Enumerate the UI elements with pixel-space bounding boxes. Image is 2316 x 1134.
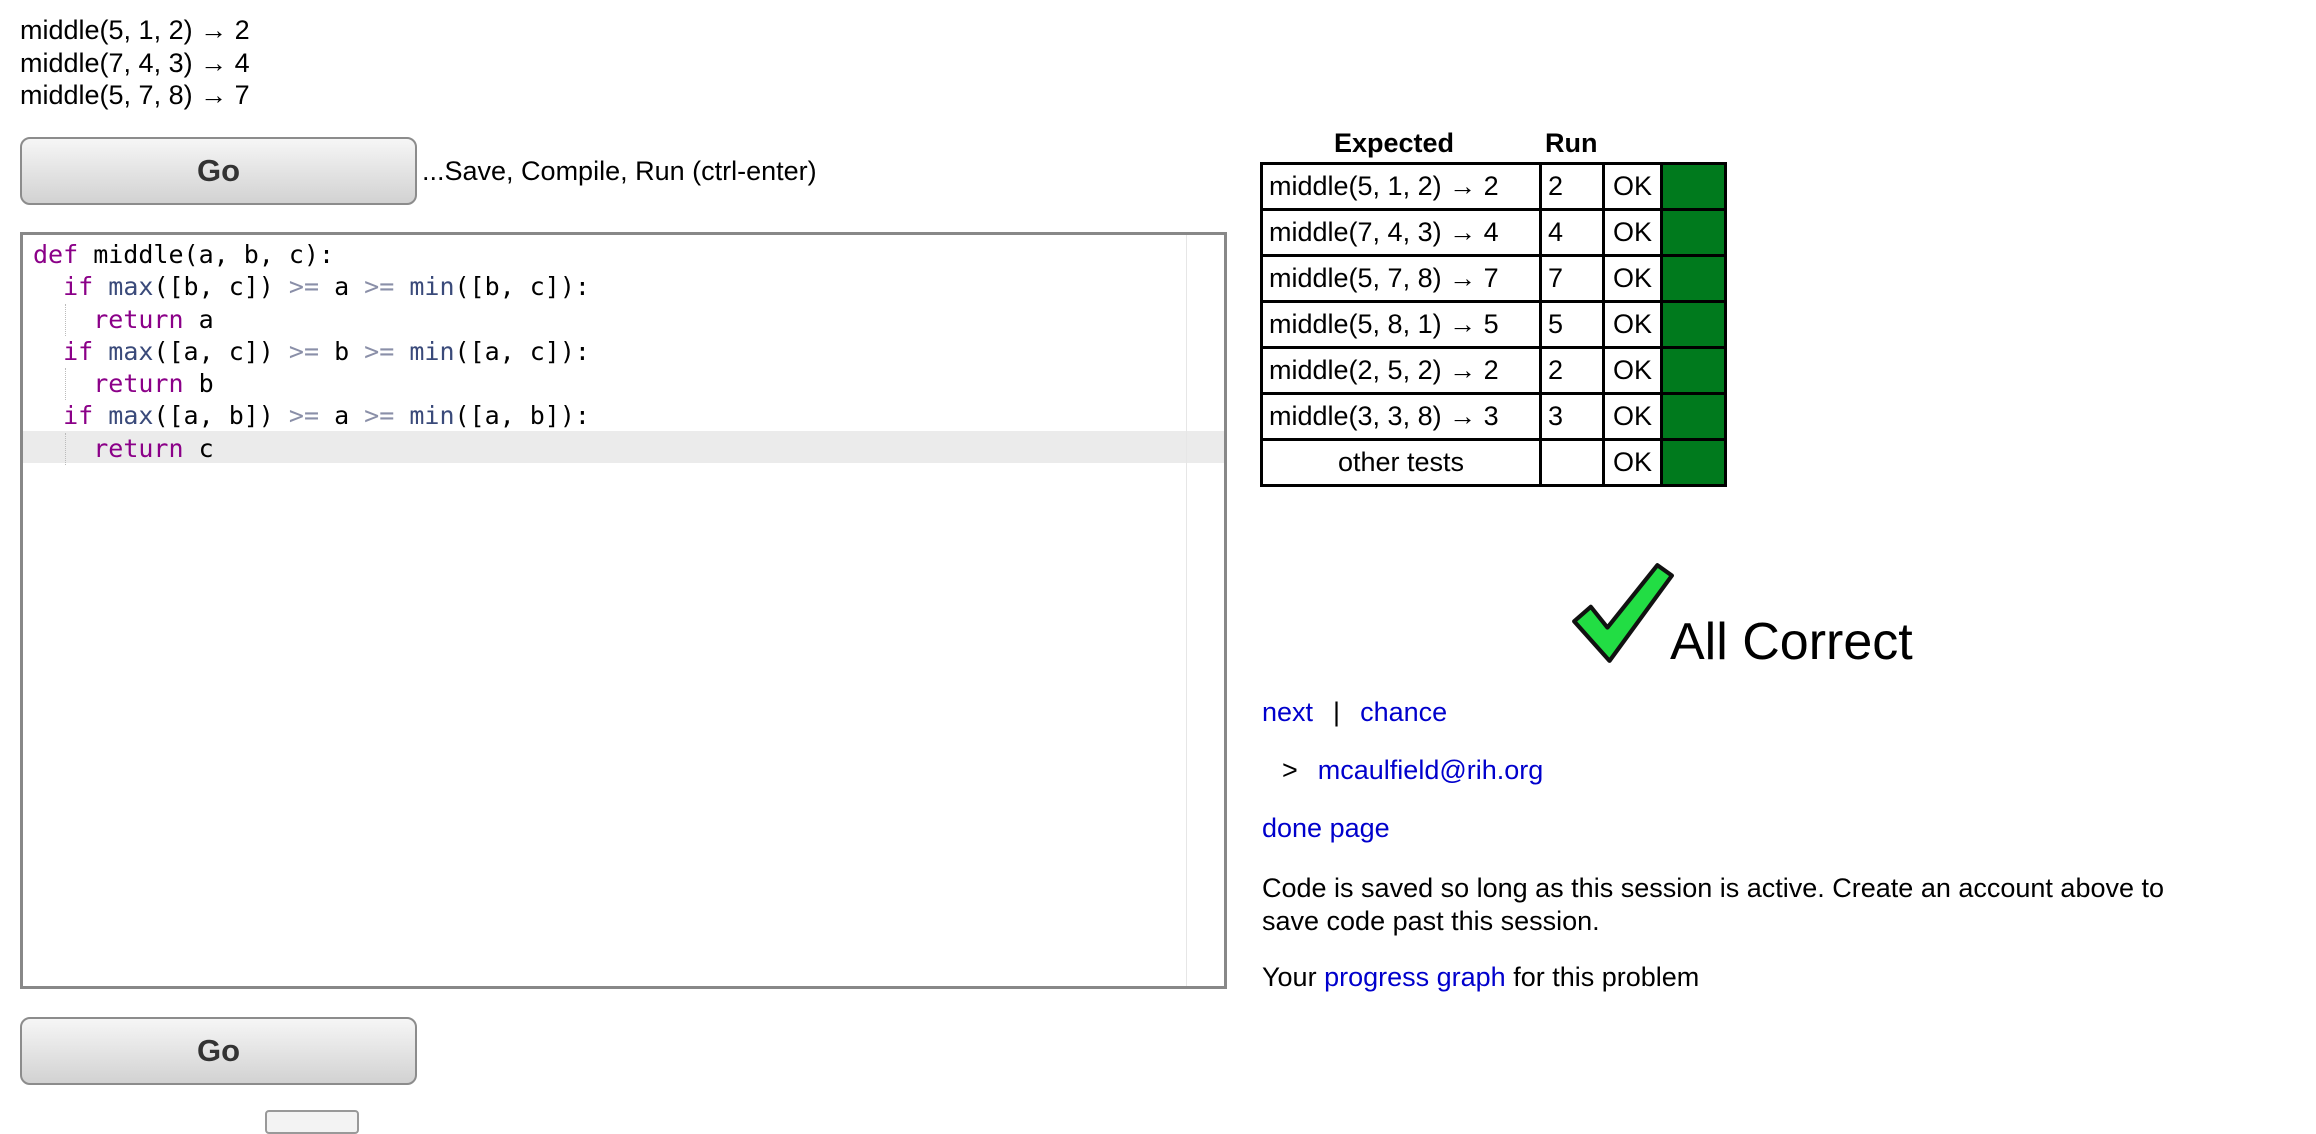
partial-control[interactable] — [265, 1110, 359, 1134]
run-header: Run — [1545, 128, 1598, 158]
example-line: middle(5, 7, 8) → 7 — [20, 80, 250, 110]
expected-cell: middle(5, 8, 1) → 5 — [1260, 300, 1542, 349]
expected-cell: other tests — [1260, 438, 1542, 487]
pass-indicator — [1660, 208, 1727, 257]
user-line: > mcaulfield@rih.org — [1282, 755, 1543, 786]
pass-indicator — [1660, 346, 1727, 395]
expected-cell: middle(7, 4, 3) → 4 — [1260, 208, 1542, 257]
result-cell: OK — [1602, 208, 1663, 257]
all-correct-status: All Correct — [1670, 613, 1913, 671]
pass-indicator — [1660, 300, 1727, 349]
run-cell: 4 — [1539, 208, 1605, 257]
result-cell: OK — [1602, 392, 1663, 441]
chance-link[interactable]: chance — [1360, 697, 1447, 727]
table-row: middle(7, 4, 3) → 4 4 OK — [1260, 208, 1727, 257]
result-cell: OK — [1602, 300, 1663, 349]
result-cell: OK — [1602, 346, 1663, 395]
run-cell: 3 — [1539, 392, 1605, 441]
example-line: middle(7, 4, 3) → 4 — [20, 47, 250, 78]
go-button[interactable]: Go — [20, 137, 417, 205]
result-cell: OK — [1602, 438, 1663, 487]
result-cell: OK — [1602, 254, 1663, 303]
done-page-row: done page — [1262, 813, 1390, 844]
expected-header: Expected — [1334, 128, 1455, 158]
table-row: middle(5, 1, 2) → 2 2 OK — [1260, 162, 1727, 211]
code-content[interactable]: def middle(a, b, c): if max([b, c]) >= a… — [33, 239, 590, 465]
pass-indicator — [1660, 162, 1727, 211]
progress-line: Your progress graph for this problem — [1262, 962, 1699, 993]
pass-indicator — [1660, 438, 1727, 487]
table-row: middle(5, 7, 8) → 7 7 OK — [1260, 254, 1727, 303]
run-cell: 2 — [1539, 346, 1605, 395]
done-page-link[interactable]: done page — [1262, 813, 1390, 843]
run-cell: 5 — [1539, 300, 1605, 349]
example-line: middle(5, 1, 2) → 2 — [20, 15, 250, 45]
nav-separator: | — [1333, 697, 1341, 727]
problem-nav: next | chance — [1262, 697, 1447, 728]
progress-prefix: Your — [1262, 962, 1317, 992]
checkmark-icon — [1572, 563, 1674, 663]
table-row: middle(3, 3, 8) → 3 3 OK — [1260, 392, 1727, 441]
editor-margin-line — [1186, 235, 1187, 986]
expected-cell: middle(5, 7, 8) → 7 — [1260, 254, 1542, 303]
table-row: middle(2, 5, 2) → 2 2 OK — [1260, 346, 1727, 395]
expected-cell: middle(5, 1, 2) → 2 — [1260, 162, 1542, 211]
pass-indicator — [1660, 392, 1727, 441]
go-button-bottom[interactable]: Go — [20, 1017, 417, 1085]
progress-suffix: for this problem — [1513, 962, 1700, 992]
go-hint-text: ...Save, Compile, Run (ctrl-enter) — [422, 156, 817, 186]
session-note: Code is saved so long as this session is… — [1262, 873, 2165, 936]
run-cell: 7 — [1539, 254, 1605, 303]
result-cell: OK — [1602, 162, 1663, 211]
expected-cell: middle(2, 5, 2) → 2 — [1260, 346, 1542, 395]
table-row: middle(5, 8, 1) → 5 5 OK — [1260, 300, 1727, 349]
user-arrow: > — [1282, 755, 1298, 785]
user-email-link[interactable]: mcaulfield@rih.org — [1318, 755, 1544, 785]
problem-examples: middle(5, 1, 2) → 2 middle(7, 4, 3) → 4 … — [20, 14, 250, 112]
progress-graph-link[interactable]: progress graph — [1324, 962, 1506, 992]
table-row-other-tests: other tests OK — [1260, 438, 1727, 487]
run-cell — [1539, 438, 1605, 487]
next-link[interactable]: next — [1262, 697, 1313, 727]
pass-indicator — [1660, 254, 1727, 303]
expected-cell: middle(3, 3, 8) → 3 — [1260, 392, 1542, 441]
code-editor[interactable]: def middle(a, b, c): if max([b, c]) >= a… — [20, 232, 1227, 989]
results-table: middle(5, 1, 2) → 2 2 OK middle(7, 4, 3)… — [1260, 162, 1727, 487]
run-cell: 2 — [1539, 162, 1605, 211]
